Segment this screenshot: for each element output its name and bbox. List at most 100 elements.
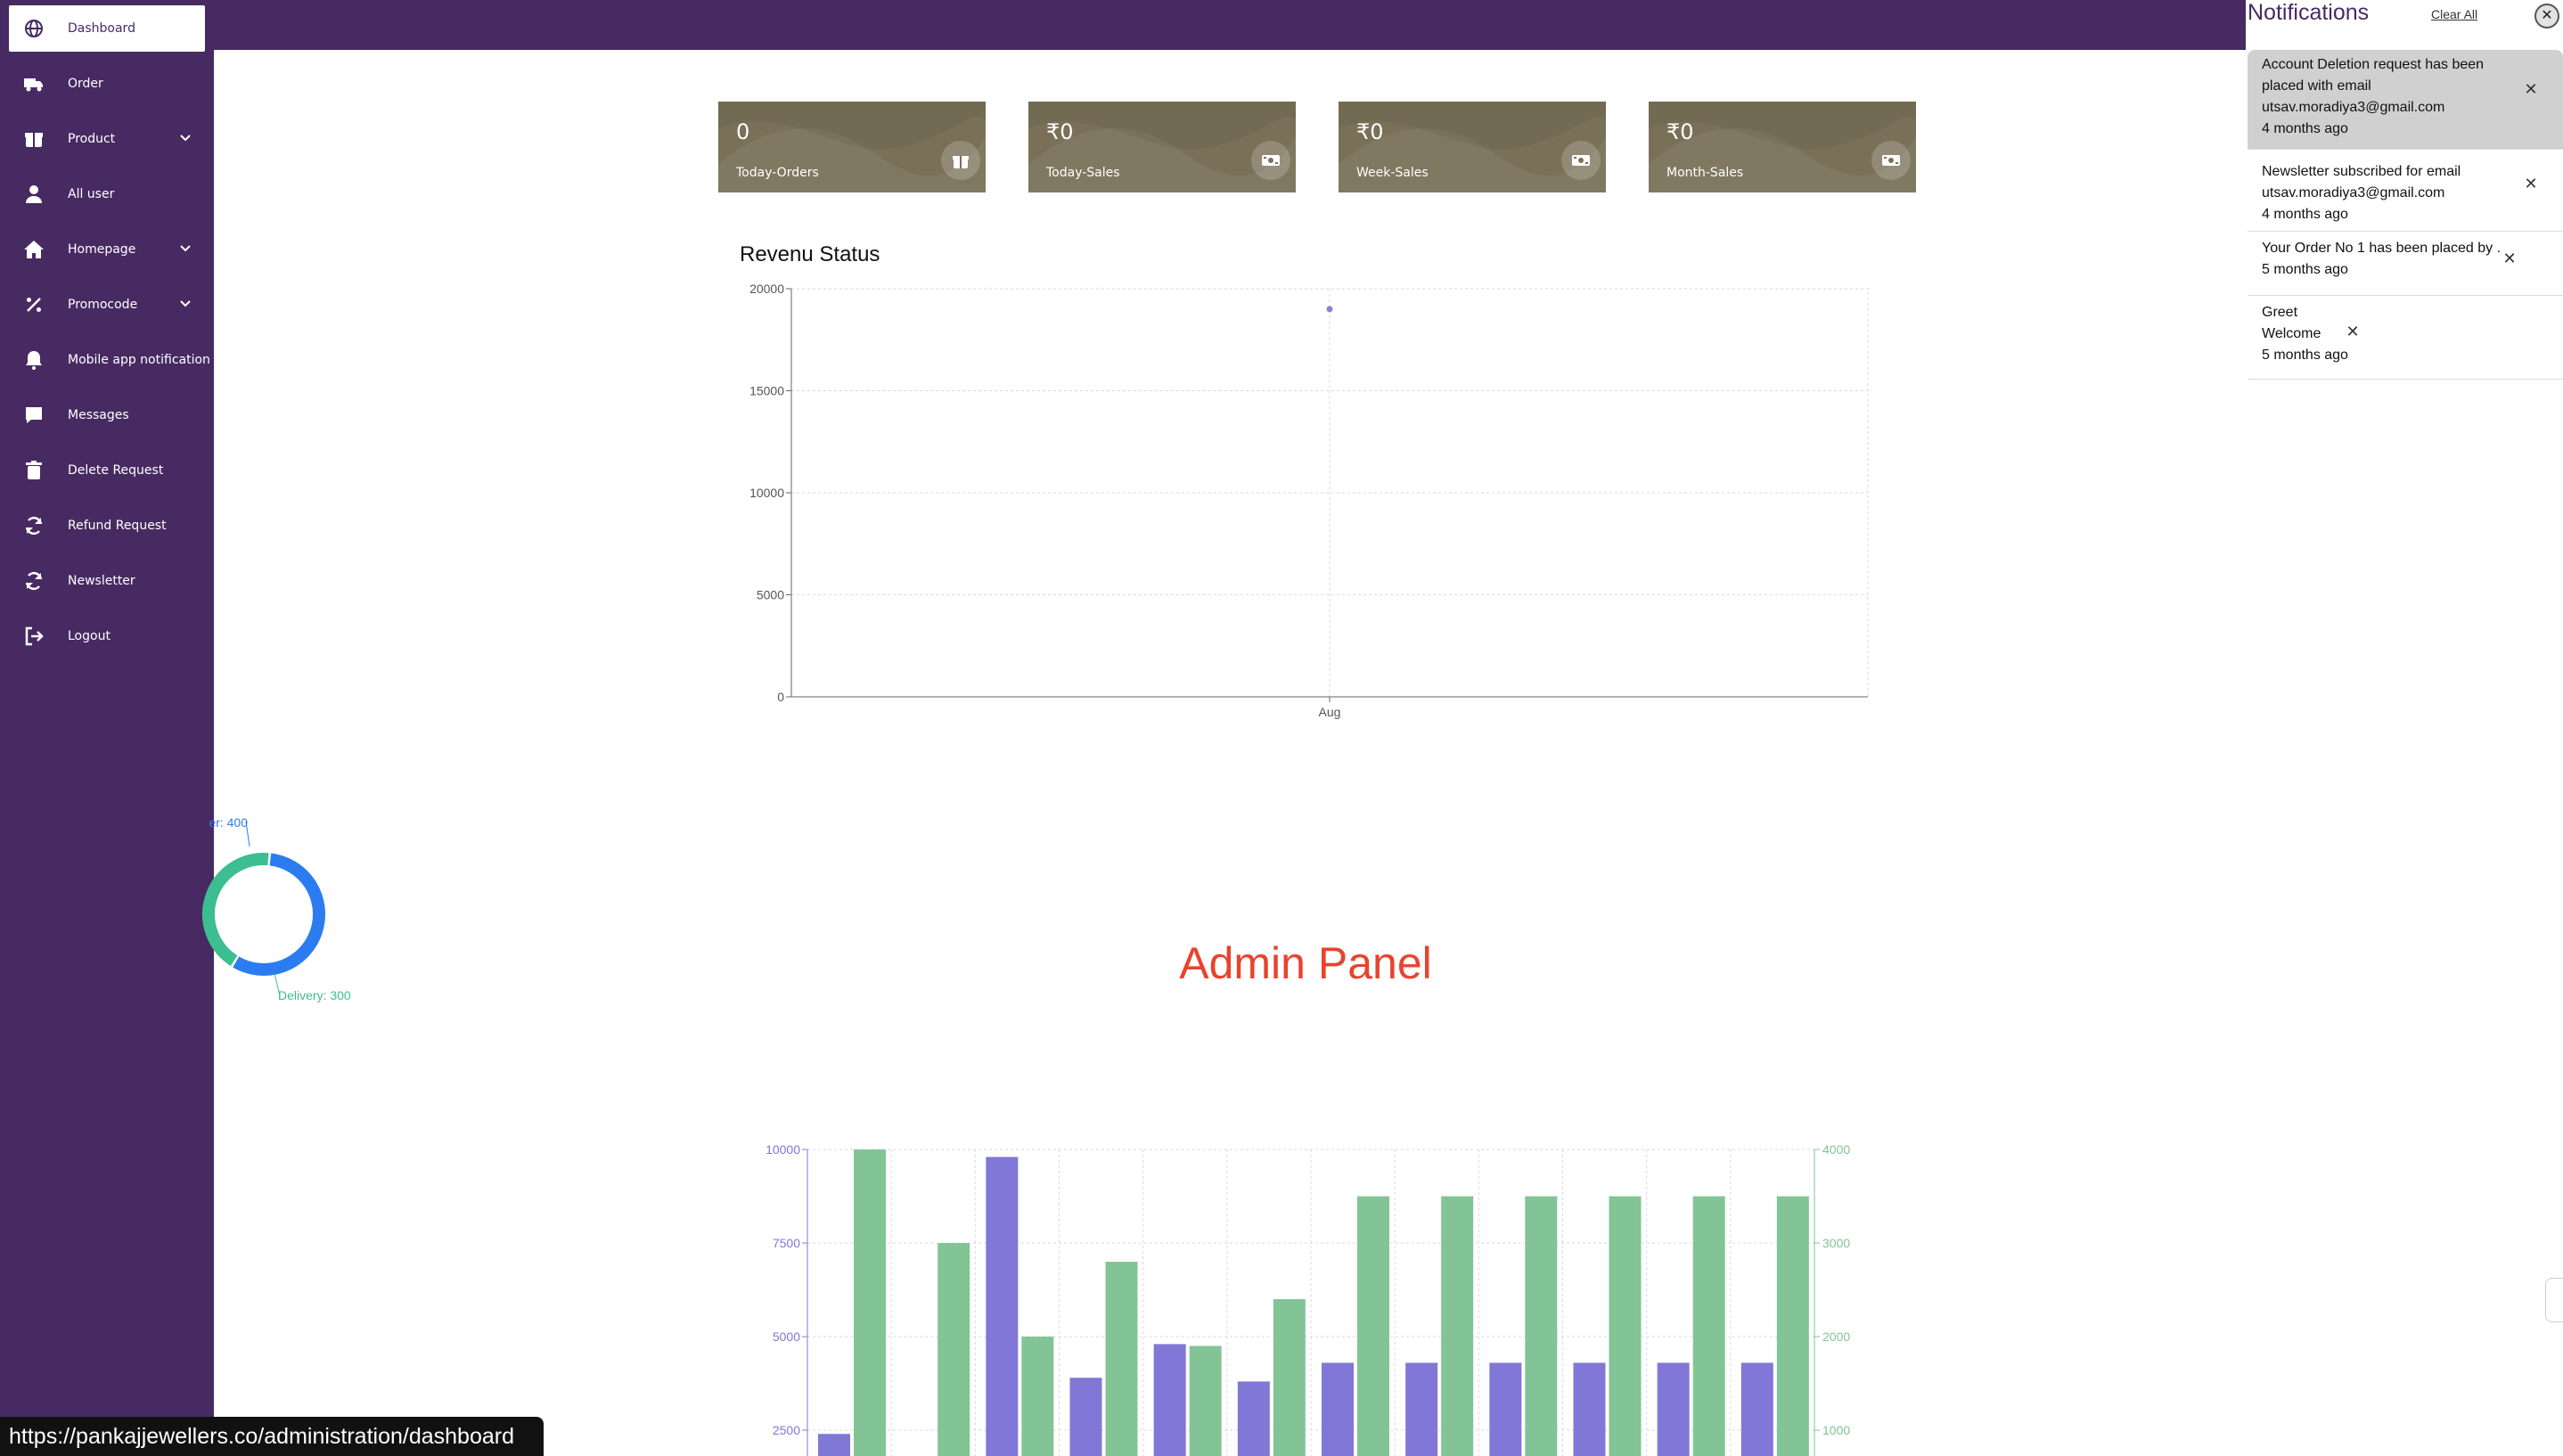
sidebar: Dashboard Order Product All user Homepage Pro… [0,0,214,1456]
y-tick-label: 15000 [749,384,784,398]
notification-item: Greet Welcome 5 months ago ✕ [2248,298,2563,380]
notification-time: 4 months ago [2262,121,2348,136]
stat-card-label: Month-Sales [1666,166,1744,180]
close-icon: ✕ [2541,8,2553,23]
chevron-down-icon [180,245,191,252]
cash-icon [1572,155,1590,166]
stat-card-value: 0 [736,119,750,144]
refresh-icon [25,571,43,591]
bar-series-1 [1237,1381,1270,1456]
close-icon: ✕ [2502,249,2517,267]
bell-icon [26,351,42,370]
left-axis-tick-label: 5000 [773,1329,800,1344]
stat-card-icon-badge [1251,141,1290,180]
stat-card-value: ₹0 [1356,119,1384,144]
bar-series-1 [1573,1362,1606,1456]
sidebar-item-logout[interactable]: Logout [9,613,205,659]
sidebar-item-messages[interactable]: Messages [9,392,205,438]
sidebar-item-mobile-app-notification[interactable]: Mobile app notification [9,337,210,383]
stat-card-icon-badge [1871,141,1911,180]
sidebar-item-label: Messages [68,408,129,422]
bar-series-1 [1322,1362,1354,1456]
donut-slice [202,853,269,967]
dismiss-notification-button[interactable]: ✕ [2522,80,2540,98]
side-panel-handle[interactable] [2545,1278,2563,1322]
dismiss-notification-button[interactable]: ✕ [2344,323,2362,340]
close-icon: ✕ [2524,80,2538,98]
refresh-icon [25,516,43,536]
stat-card-value: ₹0 [1666,119,1694,144]
dismiss-notification-button[interactable]: ✕ [2501,249,2518,267]
sidebar-item-label: Refund Request [68,519,167,533]
x-tick-label: Aug [1319,705,1341,719]
sidebar-item-order[interactable]: Order [9,61,205,107]
sidebar-item-refund-request[interactable]: Refund Request [9,503,205,549]
cash-icon [1882,155,1900,166]
sales-bar-chart: 2500 5000 7500 10000 1000 2000 3000 4000 [766,1142,1850,1456]
sidebar-item-homepage[interactable]: Homepage [9,226,205,273]
sidebar-item-label: Product [68,132,116,146]
bar-series-1 [1153,1344,1186,1456]
bar-series-2 [1021,1337,1054,1456]
y-tick-label: 10000 [749,486,784,500]
sidebar-item-label: Logout [68,629,111,643]
bar-series-2 [1525,1196,1558,1456]
notification-text: Your Order No 1 has been placed by . [2262,241,2502,256]
notification-text: Newsletter subscribed for email [2262,164,2461,179]
donut-label: er: 400 [209,815,248,830]
sidebar-item-promocode[interactable]: Promocode [9,282,205,328]
admin-panel-title: Admin Panel [1179,938,1432,988]
notification-item: Newsletter subscribed for email utsav.mor… [2248,157,2563,232]
notification-text: Welcome [2262,326,2321,341]
right-axis-tick-label: 3000 [1822,1236,1850,1250]
stat-card-week-sales: ₹0 Week-Sales [1339,102,1606,192]
notification-item: Account Deletion request has been placed … [2248,50,2563,150]
sidebar-item-label: Dashboard [68,21,135,36]
close-icon: ✕ [2524,175,2538,192]
trash-icon [26,461,42,479]
donut-label: Delivery: 300 [278,988,351,1002]
donut-slice [233,853,325,976]
bar-series-2 [1105,1262,1138,1456]
notification-text: utsav.moradiya3@gmail.com [2262,185,2445,200]
clear-all-link[interactable]: Clear All [2431,7,2477,21]
order-status-donut-chart: er: 400 Delivery: 300 [202,815,351,1002]
bar-series-2 [1776,1196,1809,1456]
bar-series-2 [1357,1196,1389,1456]
bar-series-2 [1692,1196,1725,1456]
bar-series-1 [986,1157,1019,1456]
notification-text: Account Deletion request has been [2262,57,2485,72]
sidebar-item-label: Newsletter [68,574,135,588]
bar-series-1 [1657,1362,1690,1456]
data-point [1326,306,1333,313]
truck-icon [24,78,43,92]
notification-text: Greet [2262,305,2298,320]
sidebar-item-delete-request[interactable]: Delete Request [9,447,205,494]
sidebar-item-newsletter[interactable]: Newsletter [9,558,205,604]
close-notifications-button[interactable]: ✕ [2534,4,2559,29]
stat-card-value: ₹0 [1046,119,1074,144]
sidebar-item-label: Promocode [68,298,138,312]
notification-text: utsav.moradiya3@gmail.com [2262,100,2445,115]
top-bar [0,0,2563,50]
revenue-chart: 0 5000 10000 15000 20000 Aug [749,282,1869,719]
logout-icon [25,626,44,646]
stat-card-today-orders: 0 Today-Orders [718,102,986,192]
sidebar-item-product[interactable]: Product [9,116,205,162]
sidebar-item-label: Delete Request [68,463,164,478]
bar-series-2 [1189,1346,1222,1456]
globe-icon [25,20,43,37]
right-axis-tick-label: 1000 [1822,1423,1850,1437]
user-icon [26,185,42,203]
dismiss-notification-button[interactable]: ✕ [2522,175,2540,192]
message-icon [26,407,42,423]
sidebar-item-dashboard[interactable]: Dashboard [9,5,205,52]
bar-series-2 [854,1149,886,1456]
sidebar-item-label: Homepage [68,242,136,257]
notification-item: Your Order No 1 has been placed by . 5 mo… [2248,233,2563,296]
bar-series-1 [818,1434,850,1456]
bar-series-2 [1441,1196,1474,1456]
y-tick-label: 20000 [749,282,784,296]
sidebar-item-all-user[interactable]: All user [9,171,205,217]
sidebar-item-label: Order [68,77,103,91]
